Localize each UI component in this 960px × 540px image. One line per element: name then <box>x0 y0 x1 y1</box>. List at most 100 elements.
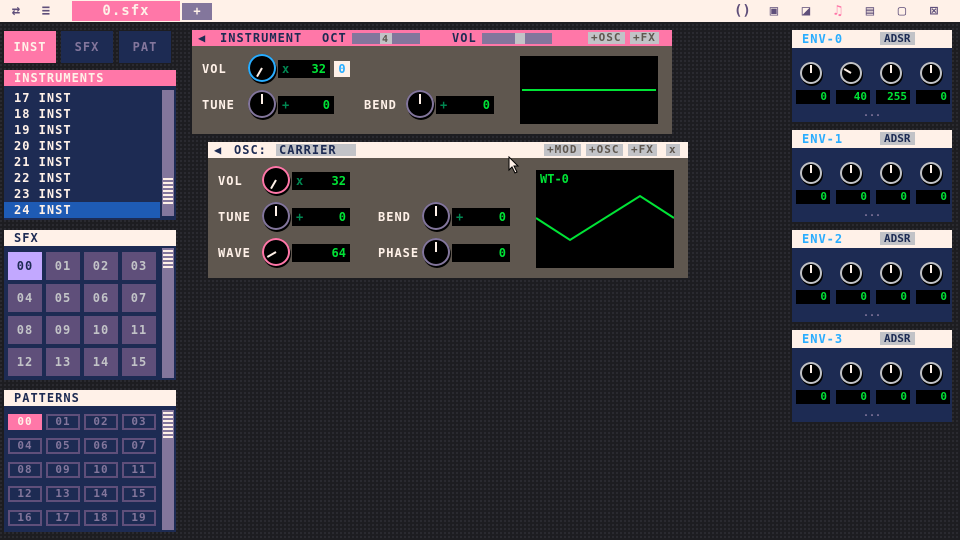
sustain-value[interactable]: 0 <box>876 290 910 304</box>
release-value[interactable]: 0 <box>916 390 950 404</box>
sfx-cell[interactable]: 01 <box>46 252 80 280</box>
tune-value[interactable]: + 0 <box>278 96 334 114</box>
pattern-cell[interactable]: 19 <box>122 510 156 526</box>
osc-wave-knob[interactable] <box>262 238 290 266</box>
sustain-knob[interactable] <box>880 62 902 84</box>
pattern-cell[interactable]: 13 <box>46 486 80 502</box>
sfx-cell[interactable]: 07 <box>122 284 156 312</box>
file-tab[interactable]: 0.sfx <box>72 1 180 21</box>
list-item[interactable]: 18 INST <box>4 106 160 122</box>
release-value[interactable]: 0 <box>916 290 950 304</box>
sfx-cell[interactable]: 13 <box>46 348 80 376</box>
attack-value[interactable]: 0 <box>796 190 830 204</box>
decay-value[interactable]: 0 <box>836 290 870 304</box>
add-fx-button[interactable]: +FX <box>628 144 657 156</box>
export-icon[interactable]: ⊠ <box>926 3 942 19</box>
tab-sfx[interactable]: SFX <box>61 31 113 63</box>
pattern-cell[interactable]: 16 <box>8 510 42 526</box>
list-item[interactable]: 21 INST <box>4 154 160 170</box>
sfx-cell[interactable]: 12 <box>8 348 42 376</box>
speaker-icon[interactable]: ◀ <box>214 142 222 158</box>
pattern-cell[interactable]: 14 <box>84 486 118 502</box>
osc-tune-knob[interactable] <box>262 202 290 230</box>
release-value[interactable]: 0 <box>916 190 950 204</box>
osc-name-field[interactable]: CARRIER <box>276 144 356 156</box>
release-knob[interactable] <box>920 362 942 384</box>
envelope-mode-button[interactable]: ADSR <box>880 232 915 245</box>
close-button[interactable]: x <box>666 144 680 156</box>
vol-knob[interactable] <box>248 54 276 82</box>
vol-slider-thumb[interactable] <box>515 33 525 44</box>
patterns-scrollbar[interactable] <box>162 410 174 530</box>
pattern-icon[interactable]: ▤ <box>862 3 878 19</box>
instruments-scrollbar[interactable] <box>162 90 174 216</box>
decay-knob[interactable] <box>840 262 862 284</box>
sustain-knob[interactable] <box>880 262 902 284</box>
sfx-cell[interactable]: 02 <box>84 252 118 280</box>
sfx-cell[interactable]: 08 <box>8 316 42 344</box>
tab-inst[interactable]: INST <box>4 31 56 63</box>
list-item[interactable]: 23 INST <box>4 186 160 202</box>
sfx-scrollbar[interactable] <box>162 248 174 378</box>
osc-phase-value[interactable]: 0 <box>452 244 510 262</box>
wavetable-display[interactable]: WT-0 <box>536 170 674 268</box>
pattern-cell[interactable]: 05 <box>46 438 80 454</box>
list-item[interactable]: 20 INST <box>4 138 160 154</box>
envelope-mode-button[interactable]: ADSR <box>880 332 915 345</box>
attack-knob[interactable] <box>800 362 822 384</box>
decay-value[interactable]: 0 <box>836 190 870 204</box>
pattern-cell[interactable]: 02 <box>84 414 118 430</box>
sfx-cell[interactable]: 05 <box>46 284 80 312</box>
decay-value[interactable]: 0 <box>836 390 870 404</box>
envelope-mode-button[interactable]: ADSR <box>880 32 915 45</box>
sfx-cell[interactable]: 03 <box>122 252 156 280</box>
sustain-knob[interactable] <box>880 362 902 384</box>
tune-knob[interactable] <box>248 90 276 118</box>
sfx-cell[interactable]: 06 <box>84 284 118 312</box>
vol-slider[interactable] <box>482 33 552 44</box>
sfx-cell[interactable]: 10 <box>84 316 118 344</box>
music-icon[interactable]: ♫ <box>830 3 846 19</box>
sfx-cell[interactable]: 15 <box>122 348 156 376</box>
add-osc-button[interactable]: +OSC <box>588 32 625 44</box>
attack-knob[interactable] <box>800 62 822 84</box>
pattern-cell[interactable]: 17 <box>46 510 80 526</box>
release-value[interactable]: 0 <box>916 90 950 104</box>
pattern-cell[interactable]: 08 <box>8 462 42 478</box>
osc-bend-knob[interactable] <box>422 202 450 230</box>
osc-bend-value[interactable]: + 0 <box>452 208 510 226</box>
scroll-thumb[interactable] <box>163 178 173 204</box>
sfx-cell[interactable]: 14 <box>84 348 118 376</box>
attack-knob[interactable] <box>800 162 822 184</box>
osc-vol-value[interactable]: x 32 <box>292 172 350 190</box>
osc-phase-knob[interactable] <box>422 238 450 266</box>
pattern-cell[interactable]: 04 <box>8 438 42 454</box>
list-item-selected[interactable]: 24 INST <box>4 202 160 218</box>
sustain-value[interactable]: 255 <box>876 90 910 104</box>
cart-icon[interactable]: ▢ <box>894 3 910 19</box>
decay-knob[interactable] <box>840 62 862 84</box>
osc-tune-value[interactable]: + 0 <box>292 208 350 226</box>
scroll-thumb[interactable] <box>163 412 173 438</box>
pattern-cell[interactable]: 18 <box>84 510 118 526</box>
sustain-value[interactable]: 0 <box>876 390 910 404</box>
list-item[interactable]: 19 INST <box>4 122 160 138</box>
pattern-cell[interactable]: 09 <box>46 462 80 478</box>
attack-value[interactable]: 0 <box>796 90 830 104</box>
decay-value[interactable]: 40 <box>836 90 870 104</box>
pattern-cell[interactable]: 01 <box>46 414 80 430</box>
add-fx-button[interactable]: +FX <box>630 32 659 44</box>
pattern-cell[interactable]: 11 <box>122 462 156 478</box>
sprite-icon[interactable]: ▣ <box>766 3 782 19</box>
release-knob[interactable] <box>920 162 942 184</box>
release-knob[interactable] <box>920 262 942 284</box>
pattern-cell[interactable]: 06 <box>84 438 118 454</box>
vol-tag[interactable]: 0 <box>334 61 350 77</box>
list-item[interactable]: 17 INST <box>4 90 160 106</box>
list-item[interactable]: 22 INST <box>4 170 160 186</box>
pattern-cell[interactable]: 12 <box>8 486 42 502</box>
map-icon[interactable]: ◪ <box>798 3 814 19</box>
pattern-cell[interactable]: 00 <box>8 414 42 430</box>
decay-knob[interactable] <box>840 362 862 384</box>
pattern-cell[interactable]: 10 <box>84 462 118 478</box>
